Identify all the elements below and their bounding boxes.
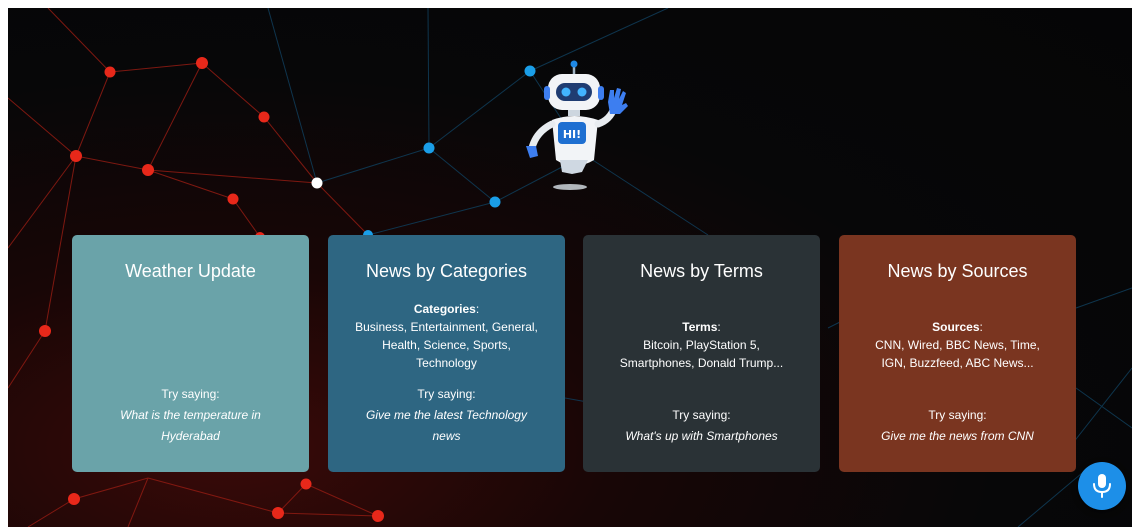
info-line: Technology [416,356,477,370]
try-label: Try saying: [417,387,476,401]
example-line: Give me the latest Technology [366,408,527,422]
info-line: Bitcoin, PlayStation 5, [643,338,760,352]
example-line: Give me the news from CNN [881,429,1034,443]
example-line: What's up with Smartphones [625,429,778,443]
try-label: Try saying: [928,408,987,422]
card-news-by-categories[interactable]: News by Categories Categories: Business,… [328,235,565,472]
try-label: Try saying: [672,408,731,422]
robot-badge: HI! [563,128,581,141]
card-news-by-terms[interactable]: News by Terms Terms: Bitcoin, PlayStatio… [583,235,820,472]
card-try-block: Try saying: Give me the latest Technolog… [338,384,555,447]
microphone-icon [1093,474,1111,498]
card-info: Categories: Business, Entertainment, Gen… [355,302,538,370]
card-info: Sources: CNN, Wired, BBC News, Time, IGN… [875,320,1040,370]
info-label: Categories [413,302,476,316]
card-info: Terms: Bitcoin, PlayStation 5, Smartphon… [619,320,784,370]
card-title: News by Terms [640,261,763,281]
example-line: Hyderabad [161,429,220,443]
info-line: Health, Science, Sports, [382,338,511,352]
card-try-block: Try saying: What is the temperature in H… [82,384,299,447]
info-line: IGN, Buzzfeed, ABC News... [881,356,1034,370]
try-label: Try saying: [161,387,220,401]
command-cards: Weather Update Try saying: What is the t… [72,235,1076,472]
mic-button[interactable] [1078,462,1126,510]
card-title: News by Sources [887,261,1028,281]
card-try-block: Try saying: What's up with Smartphones [593,405,810,447]
info-line: CNN, Wired, BBC News, Time, [875,338,1040,352]
example-line: What is the temperature in [120,408,261,422]
app-frame: HI! Weather Update Try saying: What is t… [8,8,1132,527]
card-title: Weather Update [125,261,256,281]
info-line: Business, Entertainment, General, [355,320,538,334]
info-label: Terms [682,320,718,334]
info-label: Sources [932,320,980,334]
example-line: news [432,429,461,443]
info-line: Smartphones, Donald Trump... [619,356,784,370]
card-title: News by Categories [365,261,528,281]
white-node [311,177,323,189]
robot-mascot-icon: HI! [526,60,628,190]
card-weather-update[interactable]: Weather Update Try saying: What is the t… [72,235,309,472]
card-news-by-sources[interactable]: News by Sources Sources: CNN, Wired, BBC… [839,235,1076,472]
card-try-block: Try saying: Give me the news from CNN [849,405,1066,447]
